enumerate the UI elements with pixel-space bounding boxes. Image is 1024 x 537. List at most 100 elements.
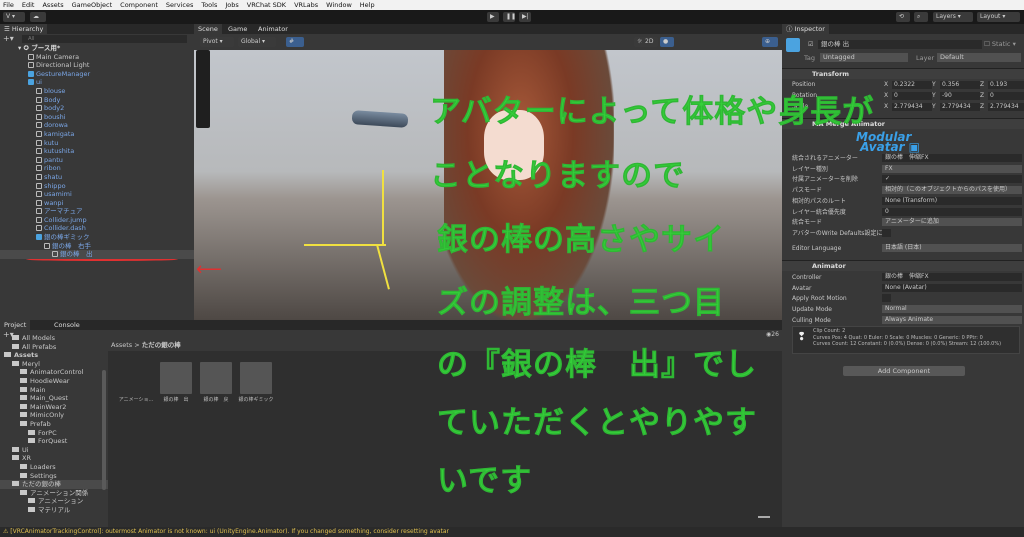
tab-inspector[interactable]: ⓘ Inspector	[782, 24, 829, 34]
light-bulb-icon[interactable]: ●	[660, 37, 674, 47]
tab-project[interactable]: Project	[0, 320, 31, 330]
folder-item[interactable]: Assets	[0, 351, 108, 360]
asset-thumbnail[interactable]	[120, 362, 152, 394]
tree-scrollbar[interactable]	[102, 370, 106, 490]
hierarchy-item[interactable]: kutushita	[0, 147, 194, 156]
asset-thumbnail[interactable]	[240, 362, 272, 394]
transform-x-field[interactable]: 2.779434	[892, 103, 932, 111]
folder-item[interactable]: Meryl	[0, 360, 108, 369]
folder-item[interactable]: Main	[0, 386, 108, 395]
layer-dropdown[interactable]: Default	[937, 53, 1021, 62]
hierarchy-search-input[interactable]	[22, 35, 187, 43]
transform-header[interactable]: Transform	[782, 68, 1024, 79]
transform-y-field[interactable]: -90	[940, 92, 980, 100]
hierarchy-item[interactable]: pantu	[0, 156, 194, 165]
menu-2[interactable]: Assets	[42, 0, 63, 10]
static-toggle[interactable]: ☐ Static ▾	[984, 40, 1016, 48]
layout-dropdown[interactable]: Layout ▾	[977, 12, 1020, 22]
hierarchy-item[interactable]: usamimi	[0, 190, 194, 199]
folder-item[interactable]: アニメーション	[0, 497, 108, 506]
hierarchy-item[interactable]: body2	[0, 104, 194, 113]
property-value[interactable]: ✓	[882, 175, 1022, 184]
transform-y-field[interactable]: 2.779434	[940, 103, 980, 111]
property-value[interactable]	[882, 228, 891, 237]
breadcrumb-assets[interactable]: Assets	[111, 341, 132, 349]
folder-item[interactable]: ForQuest	[0, 437, 108, 446]
transform-x-field[interactable]: 0.2322	[892, 81, 932, 89]
property-value[interactable]: None (Transform)	[882, 196, 1022, 205]
tab-animator[interactable]: Animator	[254, 24, 292, 34]
folder-item[interactable]: Prefab	[0, 420, 108, 429]
toggle-2d[interactable]: 2D	[642, 37, 658, 47]
property-value[interactable]: アニメーターに追加	[882, 218, 1022, 227]
menu-1[interactable]: Edit	[22, 0, 35, 10]
folder-item[interactable]: Main_Quest	[0, 394, 108, 403]
folder-item[interactable]: MainWear2	[0, 403, 108, 412]
gizmos-dropdown[interactable]: ⊕	[762, 37, 778, 47]
hierarchy-item[interactable]: kutu	[0, 139, 194, 148]
transform-x-field[interactable]: 0	[892, 92, 932, 100]
menu-7[interactable]: Jobs	[225, 0, 238, 10]
folder-item[interactable]: Ui	[0, 446, 108, 455]
pause-button[interactable]: ❚❚	[503, 12, 516, 22]
asset-thumbnail[interactable]	[160, 362, 192, 394]
breadcrumb-current[interactable]: ただの銀の棒	[142, 341, 181, 349]
layers-dropdown[interactable]: Layers ▾	[933, 12, 973, 22]
menu-9[interactable]: VRLabs	[294, 0, 318, 10]
status-bar[interactable]: ⚠ [VRCAnimatorTrackingControl]: outermos…	[0, 527, 1024, 537]
folder-item[interactable]: ただの銀の棒	[0, 480, 108, 489]
folder-item[interactable]: XR	[0, 454, 108, 463]
hierarchy-item[interactable]: blouse	[0, 87, 194, 96]
hierarchy-item[interactable]: shatu	[0, 173, 194, 182]
transform-z-field[interactable]: 0	[988, 92, 1024, 100]
tab-hierarchy[interactable]: ☰ Hierarchy	[0, 24, 48, 34]
menu-3[interactable]: GameObject	[72, 0, 113, 10]
folder-item[interactable]: AnimatorControl	[0, 368, 108, 377]
transform-z-field[interactable]: 2.779434	[988, 103, 1024, 111]
folder-item[interactable]: Loaders	[0, 463, 108, 472]
hierarchy-item[interactable]: boushi	[0, 113, 194, 122]
hierarchy-item[interactable]: GestureManager	[0, 70, 194, 79]
hierarchy-item[interactable]: 銀の棒 右手	[0, 242, 194, 251]
hierarchy-item[interactable]: アーマチュア	[0, 207, 194, 216]
property-value[interactable]	[882, 294, 891, 303]
active-checkbox[interactable]: ☑	[808, 41, 813, 48]
menu-10[interactable]: Window	[326, 0, 352, 10]
add-component-button[interactable]: Add Component	[843, 366, 965, 376]
menu-5[interactable]: Services	[166, 0, 193, 10]
hierarchy-item[interactable]: kamigata	[0, 130, 194, 139]
hierarchy-item[interactable]: wanpi	[0, 199, 194, 208]
cloud-icon[interactable]: ☁	[30, 12, 46, 22]
hierarchy-item[interactable]: ribon	[0, 164, 194, 173]
play-button[interactable]: ▶	[487, 12, 499, 22]
scene-root[interactable]: ▾ ✪ ブース用*	[0, 44, 194, 53]
tab-game[interactable]: Game	[224, 24, 252, 34]
menu-11[interactable]: Help	[360, 0, 375, 10]
property-value[interactable]: 銀の棒 伸縮FX	[882, 273, 1022, 281]
history-icon[interactable]: ⟲	[896, 12, 910, 22]
property-value[interactable]: 銀の棒 伸縮FX	[882, 154, 1022, 162]
menu-4[interactable]: Component	[120, 0, 158, 10]
tab-console[interactable]: Console	[50, 320, 84, 330]
folder-item[interactable]: All Prefabs	[0, 343, 108, 352]
hierarchy-item[interactable]: shippo	[0, 182, 194, 191]
folder-item[interactable]: MimicOnly	[0, 411, 108, 420]
folder-item[interactable]: Settings	[0, 472, 108, 481]
hierarchy-item[interactable]: 銀の棒ギミック	[0, 233, 194, 242]
property-value[interactable]: FX	[882, 164, 1022, 173]
object-name-field[interactable]: 銀の棒 出	[818, 40, 982, 49]
language-dropdown[interactable]: 日本語 (日本)	[882, 244, 1022, 252]
transform-z-field[interactable]: 0.193	[988, 81, 1024, 89]
hierarchy-item[interactable]: Main Camera	[0, 53, 194, 62]
hierarchy-item[interactable]: Collider.dash	[0, 224, 194, 233]
account-dropdown[interactable]: V ▾	[3, 12, 25, 22]
pivot-dropdown[interactable]: Pivot ▾	[200, 37, 234, 47]
tab-scene[interactable]: Scene	[194, 24, 222, 34]
add-icon[interactable]: +▾	[3, 34, 14, 43]
step-button[interactable]: ▶|	[519, 12, 531, 22]
folder-item[interactable]: All Models	[0, 334, 108, 343]
hierarchy-item[interactable]: ui	[0, 78, 194, 87]
menu-8[interactable]: VRChat SDK	[247, 0, 286, 10]
hierarchy-item[interactable]: Collider.jump	[0, 216, 194, 225]
global-dropdown[interactable]: Global ▾	[238, 37, 276, 47]
